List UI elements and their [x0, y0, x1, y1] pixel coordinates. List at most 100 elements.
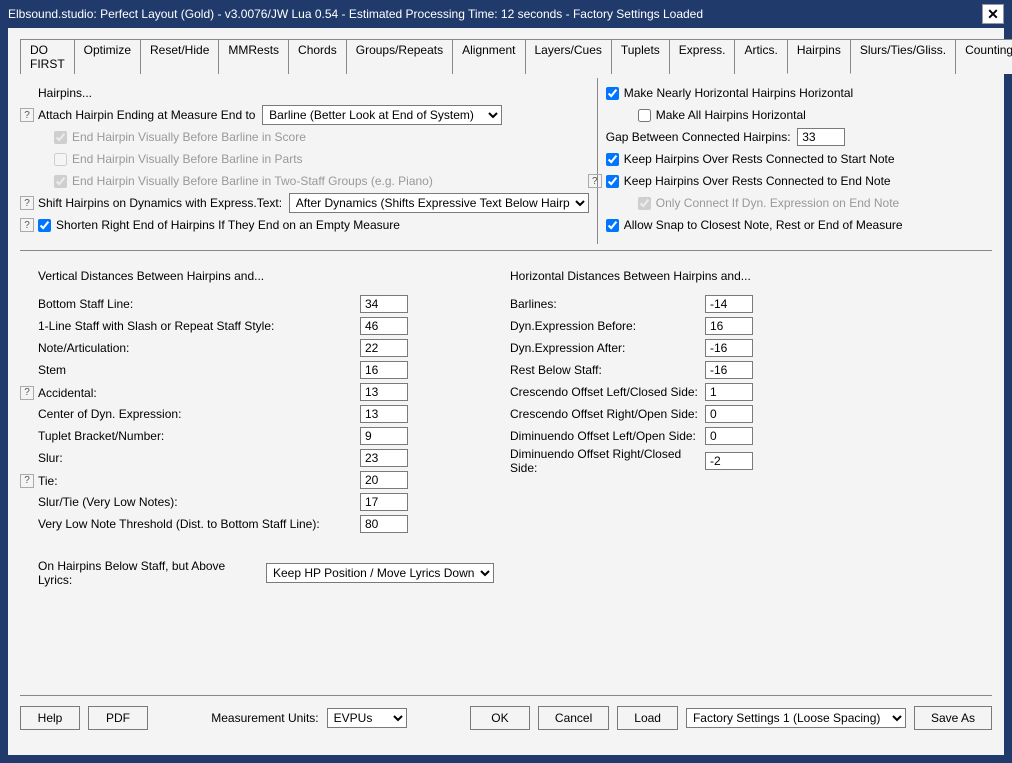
horizontal-heading: Horizontal Distances Between Hairpins an…: [510, 269, 751, 283]
content-pane: DO FIRSTOptimizeReset/HideMMRestsChordsG…: [8, 28, 1004, 755]
tab-mmrests[interactable]: MMRests: [218, 39, 289, 74]
value-input[interactable]: [705, 317, 753, 335]
tab-tuplets[interactable]: Tuplets: [611, 39, 670, 74]
keep-over-rests-start-label: Keep Hairpins Over Rests Connected to St…: [624, 152, 895, 166]
attach-ending-select[interactable]: Barline (Better Look at End of System): [262, 105, 502, 125]
end-before-barline-parts-checkbox: [54, 153, 67, 166]
shift-hairpins-label: Shift Hairpins on Dynamics with Express.…: [38, 196, 282, 210]
preset-select[interactable]: Factory Settings 1 (Loose Spacing): [686, 708, 906, 728]
value-input[interactable]: [360, 361, 408, 379]
save-as-button[interactable]: Save As: [914, 706, 992, 730]
vertical-distances-section: Vertical Distances Between Hairpins and.…: [20, 257, 502, 695]
value-input[interactable]: [705, 405, 753, 423]
tab-slurs-ties-gliss-[interactable]: Slurs/Ties/Gliss.: [850, 39, 956, 74]
value-input[interactable]: [360, 493, 408, 511]
field-label: Diminuendo Offset Left/Open Side:: [510, 429, 705, 443]
make-all-horizontal-label: Make All Hairpins Horizontal: [656, 108, 806, 122]
help-button[interactable]: Help: [20, 706, 80, 730]
field-label: Crescendo Offset Right/Open Side:: [510, 407, 705, 421]
field-label: Slur:: [20, 451, 360, 465]
dialog-window: Elbsound.studio: Perfect Layout (Gold) -…: [0, 0, 1012, 763]
field-label: Dyn.Expression Before:: [510, 319, 705, 333]
tab-do-first[interactable]: DO FIRST: [20, 39, 75, 74]
below-lyrics-select[interactable]: Keep HP Position / Move Lyrics Down: [266, 563, 494, 583]
value-input[interactable]: [360, 471, 408, 489]
shorten-right-end-checkbox[interactable]: [38, 219, 51, 232]
value-input[interactable]: [705, 339, 753, 357]
right-column: Make Nearly Horizontal Hairpins Horizont…: [597, 78, 992, 244]
units-label: Measurement Units:: [211, 711, 318, 725]
value-input[interactable]: [705, 427, 753, 445]
pdf-button[interactable]: PDF: [88, 706, 148, 730]
shift-hairpins-select[interactable]: After Dynamics (Shifts Expressive Text B…: [289, 193, 589, 213]
help-icon[interactable]: ?: [20, 218, 34, 232]
window-title: Elbsound.studio: Perfect Layout (Gold) -…: [8, 7, 703, 21]
value-input[interactable]: [360, 317, 408, 335]
value-input[interactable]: [360, 295, 408, 313]
allow-snap-label: Allow Snap to Closest Note, Rest or End …: [624, 218, 903, 232]
close-icon: ✕: [987, 6, 999, 23]
make-all-horizontal-checkbox[interactable]: [638, 109, 651, 122]
field-label: Bottom Staff Line:: [20, 297, 360, 311]
load-button[interactable]: Load: [617, 706, 678, 730]
close-button[interactable]: ✕: [982, 4, 1004, 24]
title-bar: Elbsound.studio: Perfect Layout (Gold) -…: [0, 0, 1012, 28]
help-icon[interactable]: ?: [20, 386, 34, 400]
end-before-barline-score-checkbox: [54, 131, 67, 144]
field-label: Tie:: [38, 474, 58, 488]
make-horizontal-label: Make Nearly Horizontal Hairpins Horizont…: [624, 86, 853, 100]
value-input[interactable]: [705, 361, 753, 379]
vertical-heading: Vertical Distances Between Hairpins and.…: [38, 269, 264, 283]
end-before-barline-score-label: End Hairpin Visually Before Barline in S…: [72, 130, 306, 144]
only-connect-checkbox: [638, 197, 651, 210]
tab-bar: DO FIRSTOptimizeReset/HideMMRestsChordsG…: [20, 38, 992, 74]
value-input[interactable]: [360, 339, 408, 357]
help-icon[interactable]: ?: [20, 196, 34, 210]
tab-chords[interactable]: Chords: [288, 39, 347, 74]
value-input[interactable]: [360, 383, 408, 401]
tab-alignment[interactable]: Alignment: [452, 39, 525, 74]
value-input[interactable]: [360, 405, 408, 423]
field-label: Barlines:: [510, 297, 705, 311]
tab-counting[interactable]: Counting: [955, 39, 1012, 74]
units-select[interactable]: EVPUs: [327, 708, 407, 728]
shorten-right-end-label: Shorten Right End of Hairpins If They En…: [56, 218, 400, 232]
field-label: Slur/Tie (Very Low Notes):: [20, 495, 360, 509]
horizontal-distances-section: Horizontal Distances Between Hairpins an…: [502, 257, 992, 695]
tab-reset-hide[interactable]: Reset/Hide: [140, 39, 219, 74]
ok-button[interactable]: OK: [470, 706, 530, 730]
tab-hairpins[interactable]: Hairpins: [787, 39, 851, 74]
only-connect-label: Only Connect If Dyn. Expression on End N…: [656, 196, 899, 210]
footer-bar: Help PDF Measurement Units: EVPUs OK Can…: [20, 695, 992, 730]
value-input[interactable]: [360, 427, 408, 445]
field-label: Note/Articulation:: [20, 341, 360, 355]
attach-ending-label: Attach Hairpin Ending at Measure End to: [38, 108, 255, 122]
field-label: Center of Dyn. Expression:: [20, 407, 360, 421]
gap-input[interactable]: [797, 128, 845, 146]
help-icon[interactable]: ?: [20, 474, 34, 488]
tab-express-[interactable]: Express.: [669, 39, 736, 74]
value-input[interactable]: [705, 383, 753, 401]
value-input[interactable]: [705, 452, 753, 470]
tab-optimize[interactable]: Optimize: [74, 39, 141, 74]
tab-artics-[interactable]: Artics.: [734, 39, 787, 74]
field-label: 1-Line Staff with Slash or Repeat Staff …: [20, 319, 360, 333]
allow-snap-checkbox[interactable]: [606, 219, 619, 232]
value-input[interactable]: [360, 449, 408, 467]
keep-over-rests-end-label: Keep Hairpins Over Rests Connected to En…: [624, 174, 891, 188]
end-before-barline-parts-label: End Hairpin Visually Before Barline in P…: [72, 152, 303, 166]
value-input[interactable]: [360, 515, 408, 533]
keep-over-rests-start-checkbox[interactable]: [606, 153, 619, 166]
gap-label: Gap Between Connected Hairpins:: [606, 130, 791, 144]
help-icon[interactable]: ?: [20, 108, 34, 122]
value-input[interactable]: [705, 295, 753, 313]
field-label: Diminuendo Offset Right/Closed Side:: [510, 447, 705, 475]
tab-layers-cues[interactable]: Layers/Cues: [525, 39, 612, 74]
cancel-button[interactable]: Cancel: [538, 706, 609, 730]
below-lyrics-label: On Hairpins Below Staff, but Above Lyric…: [20, 559, 259, 587]
help-icon[interactable]: ?: [588, 174, 602, 188]
keep-over-rests-end-checkbox[interactable]: [606, 175, 619, 188]
field-label: Crescendo Offset Left/Closed Side:: [510, 385, 705, 399]
make-horizontal-checkbox[interactable]: [606, 87, 619, 100]
tab-groups-repeats[interactable]: Groups/Repeats: [346, 39, 453, 74]
